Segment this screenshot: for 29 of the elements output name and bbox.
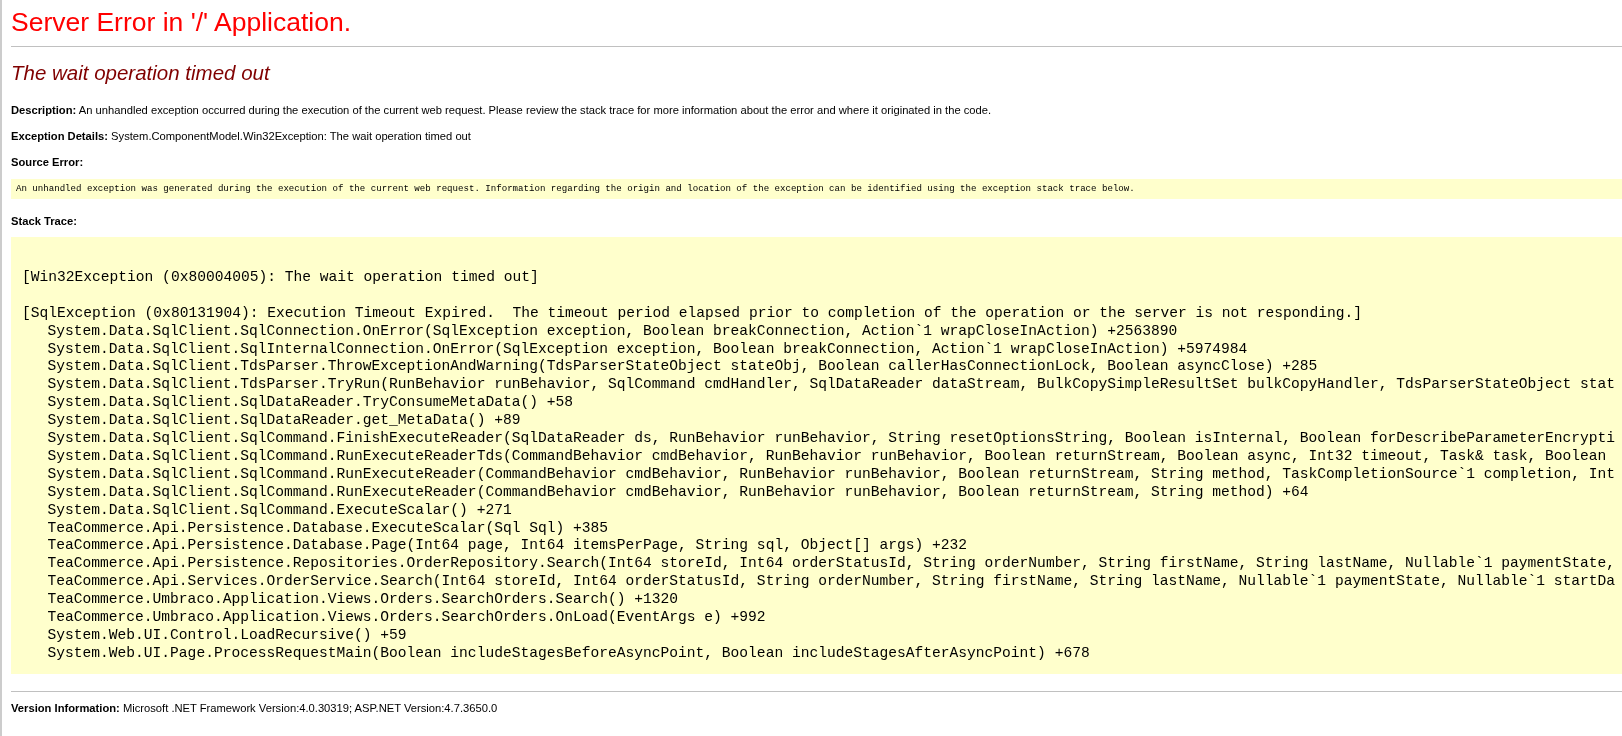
exception-details-text: Exception Details: System.ComponentModel.Win32Exception: The wait operation timed out (11, 129, 472, 143)
exception-header: [Win32Exception (0x80004005): The wait operation timed out] (22, 268, 539, 287)
stack-trace-line: TeaCommerce.Api.Persistence.Database.ExecuteScalar(Sql Sql) +385 (47, 519, 608, 538)
stack-trace-line: System.Web.UI.Page.ProcessRequestMain(Boolean includeStagesBeforeAsyncPoint, Boolean includeStagesAfterAsyncPoint) +678 (47, 644, 1090, 663)
stack-trace-line: System.Data.SqlClient.SqlCommand.FinishExecuteReader(SqlDataReader ds, RunBehavior runBehavior, String resetOptionsString, Boolean isInternal, Boolean forDescribeParameterEncrypti (47, 430, 1616, 448)
stack-trace-line: System.Data.SqlClient.SqlConnection.OnError(SqlException exception, Boolean breakConnection, Action`1 wrapCloseInAction) +2563890 (47, 322, 1178, 341)
stack-trace-line: System.Data.SqlClient.SqlInternalConnection.OnError(SqlException exception, Boolean breakConnection, Action`1 wrapCloseInAction) +5974984 (47, 340, 1248, 359)
description-text: Description: An unhandled exception occurred during the execution of the current web request. Please review the stack trace for more information about the error and where it originated in the code. (11, 103, 993, 117)
stack-trace-line: TeaCommerce.Api.Persistence.Database.Page(Int64 page, Int64 itemsPerPage, String sql, Object[] args) +232 (47, 537, 968, 556)
error-message: The wait operation timed out (11, 61, 272, 85)
stack-trace-line: TeaCommerce.Api.Services.OrderService.Search(Int64 storeId, Int64 orderStatusId, String orderNumber, String firstName, String lastName, Nullable`1 paymentState, Nullable`1 startDa (47, 573, 1616, 592)
stack-trace-line: System.Data.SqlClient.TdsParser.TryRun(RunBehavior runBehavior, SqlCommand cmdHandler, SqlDataReader dataStream, BulkCopySimpleResultSet bulkCopyHandler, TdsParserStateObject stat (47, 376, 1616, 395)
section-heading: Source Error: (11, 155, 84, 169)
stack-trace-line: System.Data.SqlClient.SqlCommand.ExecuteScalar() +271 (47, 501, 512, 520)
stack-trace-line: System.Data.SqlClient.TdsParser.ThrowExceptionAndWarning(TdsParserStateObject stateObj, Boolean callerHasConnectionLock, Boolean asyncClose) +285 (47, 358, 1318, 377)
section-heading: Stack Trace: (11, 214, 77, 228)
source-error-text: An unhandled exception was generated during the execution of the current web request. Information regarding the origin and location of the exception can be identified using the exception stack trace below. (16, 183, 1135, 195)
stack-trace-line: TeaCommerce.Api.Persistence.Repositories.OrderRepository.Search(Int64 storeId, Int64 orderStatusId, String orderNumber, String firstName, String lastName, Nullable`1 paymentState, (47, 555, 1616, 574)
stack-trace-line: TeaCommerce.Umbraco.Application.Views.Orders.SearchOrders.OnLoad(EventArgs e) +992 (47, 609, 766, 627)
stack-trace-line: System.Data.SqlClient.SqlDataReader.get_MetaData() +89 (47, 412, 521, 431)
page-title: Server Error in '/' Application. (11, 6, 353, 37)
stack-trace-line: System.Data.SqlClient.SqlDataReader.TryConsumeMetaData() +58 (47, 394, 573, 413)
exception-header: [SqlException (0x80131904): Execution Timeout Expired. The timeout period elapsed prior to completion of the operation or the server is not responding.] (22, 304, 1362, 323)
stack-trace-line: System.Data.SqlClient.SqlCommand.RunExecuteReaderTds(CommandBehavior cmdBehavior, RunBehavior runBehavior, Boolean returnStream, Boolean async, Int32 timeout, Task& task, Boolean (47, 447, 1607, 466)
stack-trace-line: TeaCommerce.Umbraco.Application.Views.Orders.SearchOrders.Search() +1320 (47, 591, 679, 610)
stack-trace-line: System.Data.SqlClient.SqlCommand.RunExecuteReader(CommandBehavior cmdBehavior, RunBehavior runBehavior, Boolean returnStream, String method) +64 (47, 483, 1309, 502)
version-information-text: Version Information: Microsoft .NET Framework Version:4.0.30319; ASP.NET Version:4.7.3650.0 (11, 700, 499, 715)
stack-trace-line: System.Web.UI.Control.LoadRecursive() +59 (47, 627, 407, 645)
stack-trace-line: System.Data.SqlClient.SqlCommand.RunExecuteReader(CommandBehavior cmdBehavior, RunBehavior runBehavior, Boolean returnStream, String method, TaskCompletionSource`1 completion, Int (47, 465, 1616, 484)
